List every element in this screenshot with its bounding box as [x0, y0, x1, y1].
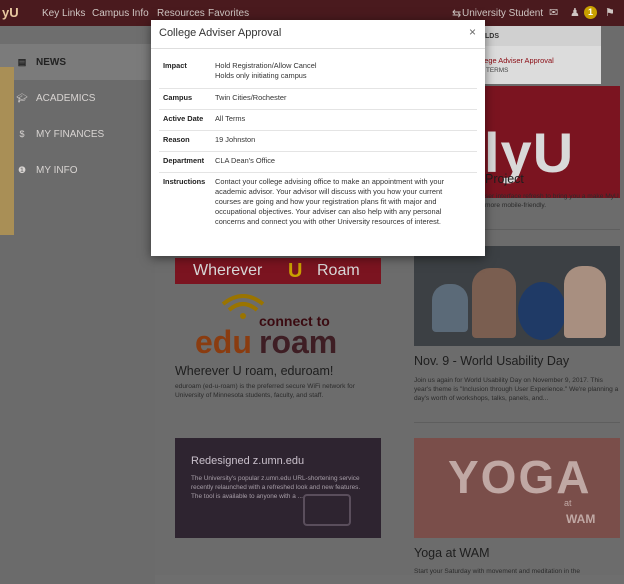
impact-value-line-1: Hold Registration/Allow Cancel: [215, 61, 317, 70]
academics-icon: 🎓︎: [16, 92, 28, 103]
banner-u-logo: U: [288, 260, 303, 282]
banner-word-wherever: Wherever: [193, 262, 263, 279]
document-icon: [303, 494, 351, 526]
eduroam-title[interactable]: Wherever U roam, eduroam!: [175, 364, 333, 378]
nav-resources[interactable]: Resources: [157, 8, 205, 19]
detail-label: Impact: [163, 61, 187, 70]
user-icon: ⇆: [452, 8, 462, 20]
zumn-heading: Redesigned z.umn.edu: [191, 455, 305, 467]
detail-row-department: Department CLA Dean's Office: [159, 151, 477, 173]
detail-label: Department: [163, 156, 205, 165]
sidebar-item-label: MY INFO: [36, 164, 78, 176]
yoga-banner[interactable]: YOGA at WAM: [414, 438, 620, 538]
alert-sub-label: TERMS: [486, 67, 509, 74]
usability-day-text: Join us again for World Usability Day on…: [414, 377, 619, 402]
usability-day-photo[interactable]: [414, 246, 620, 346]
detail-value: All Terms: [215, 114, 246, 123]
user-name[interactable]: University Student: [462, 8, 543, 19]
eduroam-logo-area: connect to edu roam: [175, 284, 381, 362]
detail-value: Contact your college advising office to …: [215, 177, 445, 226]
sidebar: ▤ NEWS 🎓︎ ACADEMICS $ MY FINANCES ❶ MY I…: [0, 44, 155, 584]
modal-header: College Adviser Approval ×: [151, 20, 485, 49]
sidebar-item-label: NEWS: [36, 56, 66, 68]
yoga-banner-at: at: [564, 498, 572, 508]
gold-accent-strip: [0, 67, 14, 235]
detail-label: Campus: [163, 93, 193, 102]
impact-value-line-2: Holds only initiating campus: [215, 71, 307, 80]
eduroam-banner-top[interactable]: Wherever U Roam: [175, 258, 381, 284]
info-icon: ❶: [17, 164, 27, 175]
sidebar-item-my-info[interactable]: ❶ MY INFO: [0, 152, 155, 188]
alert-link-college-adviser-approval[interactable]: llege Adviser Approval: [481, 56, 554, 65]
myu-logo[interactable]: yU: [2, 5, 19, 20]
detail-row-instructions: Instructions Contact your college advisi…: [159, 172, 477, 236]
yoga-title[interactable]: Yoga at WAM: [414, 546, 490, 560]
yoga-banner-text: YOGA: [448, 451, 592, 503]
detail-row-reason: Reason 19 Johnston: [159, 130, 477, 152]
usability-day-title[interactable]: Nov. 9 - World Usability Day: [414, 354, 569, 368]
eduroam-text: eduroam (ed-u-roam) is the preferred sec…: [175, 383, 355, 399]
divider: [414, 422, 620, 423]
sidebar-item-academics[interactable]: 🎓︎ ACADEMICS: [0, 80, 155, 116]
alert-count-badge[interactable]: 1: [584, 6, 597, 19]
alerts-dropdown-header-label: LDS: [485, 33, 499, 40]
sidebar-item-my-finances[interactable]: $ MY FINANCES: [0, 116, 155, 152]
banner-word-roam: Roam: [317, 262, 360, 279]
detail-value: Twin Cities/Rochester: [215, 93, 287, 102]
yoga-banner-wam: WAM: [566, 512, 596, 526]
detail-label: Instructions: [163, 177, 206, 186]
myu-project-text: ser interface refresh to bring you a mak…: [485, 193, 619, 209]
eduroam-logo-roam: roam: [259, 324, 338, 360]
close-icon[interactable]: ×: [469, 25, 476, 39]
zumn-card[interactable]: Redesigned z.umn.edu The University's po…: [175, 438, 381, 538]
photo-person: [432, 284, 468, 332]
nav-key-links[interactable]: Key Links: [42, 8, 85, 19]
detail-value: CLA Dean's Office: [215, 156, 276, 165]
eduroam-logo-edu: edu: [195, 324, 252, 360]
detail-row-impact: Impact Hold Registration/Allow Cancel Ho…: [159, 56, 477, 89]
myu-project-title[interactable]: Project: [485, 172, 524, 186]
flag-icon[interactable]: ⚑: [605, 6, 615, 19]
sidebar-item-news[interactable]: ▤ NEWS: [0, 44, 155, 80]
detail-value: Hold Registration/Allow Cancel Holds onl…: [215, 61, 467, 81]
photo-object: [518, 282, 566, 340]
nav-campus-info[interactable]: Campus Info: [92, 8, 149, 19]
sidebar-item-label: ACADEMICS: [36, 92, 96, 104]
nav-favorites[interactable]: Favorites: [208, 8, 249, 19]
photo-person: [564, 266, 606, 338]
news-icon: ▤: [17, 56, 27, 67]
photo-person: [472, 268, 516, 338]
mail-icon[interactable]: ✉: [549, 6, 558, 19]
detail-label: Active Date: [163, 114, 204, 123]
sidebar-item-label: MY FINANCES: [36, 128, 105, 140]
modal-title: College Adviser Approval: [159, 27, 282, 39]
finances-icon: $: [19, 129, 25, 139]
detail-value: 19 Johnston: [215, 135, 256, 144]
hold-detail-modal: College Adviser Approval × Impact Hold R…: [151, 20, 485, 256]
detail-label: Reason: [163, 135, 190, 144]
detail-row-campus: Campus Twin Cities/Rochester: [159, 88, 477, 110]
person-alert-icon[interactable]: ♟: [570, 6, 580, 19]
detail-row-active-date: Active Date All Terms: [159, 109, 477, 131]
